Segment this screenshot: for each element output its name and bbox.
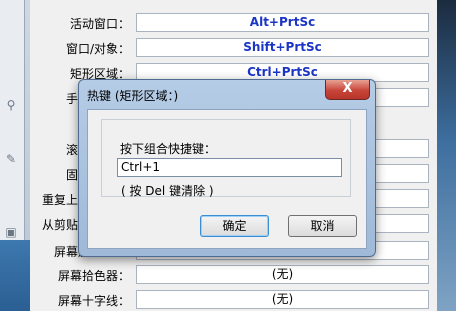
hotkey-row-label: 窗口/对象： [65,42,130,56]
hotkey-field[interactable]: Alt+PrtSc [136,13,429,32]
edit-icon[interactable]: ✎ [4,152,18,166]
ok-button[interactable]: 确定 [200,215,269,237]
hotkey-row: 屏幕拾色器： (无) [30,264,437,286]
close-icon: X [342,81,353,96]
side-toolbar: ⚲ ✎ ▣ [0,0,25,240]
hotkey-row-label: 活动窗口： [69,17,130,31]
group-label: 按下组合快捷键： [120,142,217,156]
desktop-right-strip [437,0,456,311]
desktop-left-strip: ⚲ ✎ ▣ [0,0,30,311]
clear-hint: ( 按 Del 键清除 ) [121,184,214,198]
close-button[interactable]: X [325,80,370,100]
hotkey-row-label: 固 [66,168,79,182]
hotkey-dialog: 热键 (矩形区域：) X 按下组合快捷键： Ctrl+1 ( 按 Del 键清除… [78,79,376,257]
hotkey-row-label: 屏幕拾色器： [57,269,130,283]
desktop-background [0,240,30,311]
hotkey-row-label: 手 [66,92,79,106]
hotkey-field[interactable]: (无) [136,290,429,309]
hotkey-row-label: 重复上 [42,193,79,207]
hotkey-row: 活动窗口： Alt+PrtSc [30,12,437,34]
hotkey-row-label: 屏幕十字线： [57,294,130,308]
hotkey-row: 窗口/对象： Shift+PrtSc [30,37,437,59]
zoom-icon[interactable]: ⚲ [4,98,18,112]
image-icon[interactable]: ▣ [4,225,18,239]
dialog-title: 热键 (矩形区域：) [87,89,179,103]
hotkey-field[interactable]: Shift+PrtSc [136,38,429,57]
hotkey-row: 屏幕十字线： (无) [30,289,437,311]
hotkey-row-label: 滚 [66,143,79,157]
hotkey-input[interactable]: Ctrl+1 [117,158,342,177]
hotkey-row-label: 从剪贴 [42,218,79,232]
cancel-button[interactable]: 取消 [288,215,357,237]
hotkey-field[interactable]: (无) [136,265,429,284]
